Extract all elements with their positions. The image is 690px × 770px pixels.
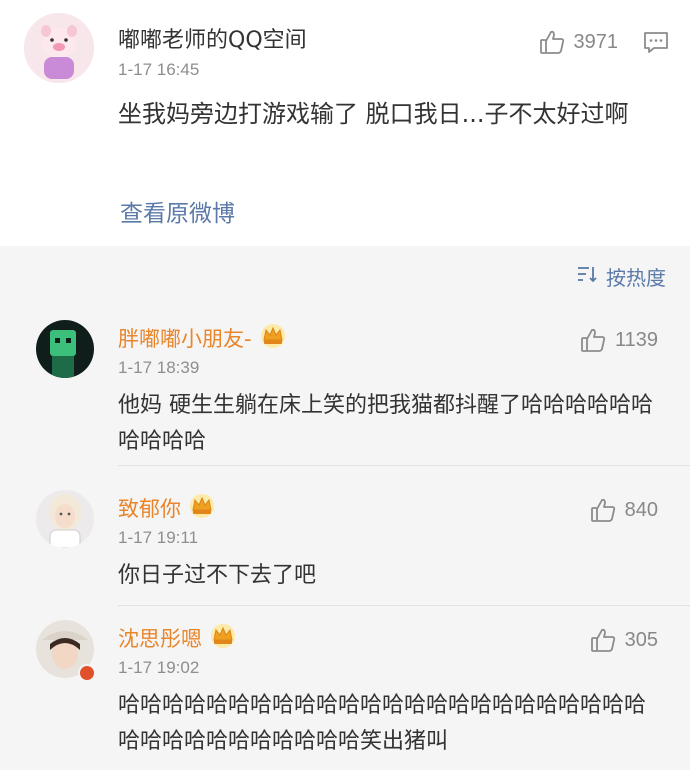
post-content: 坐我妈旁边打游戏输了 脱口我日...子不太好过啊 (118, 100, 629, 128)
verified-badge-icon (78, 664, 96, 682)
vip-crown-icon (258, 322, 288, 353)
pig-doll-avatar-image (24, 13, 94, 83)
comment-item: 沈思彤嗯 1-17 19:02 305 哈哈哈哈哈哈哈哈哈哈哈哈哈哈哈哈哈哈哈哈… (0, 606, 690, 770)
thumbs-up-icon (589, 626, 617, 654)
commenter-avatar[interactable] (36, 490, 94, 548)
view-original-link[interactable]: 查看原微博 (120, 194, 235, 228)
thumbs-up-icon (589, 496, 617, 524)
comment-timestamp: 1-17 19:11 (118, 528, 199, 547)
comment-item: 致郁你 1-17 19:11 840 你日子过不下去了吧 (0, 466, 690, 606)
comment-like-count: 840 (624, 498, 658, 521)
comment-item: 胖嘟嘟小朋友- 1-17 18:39 1139 他妈 硬生生躺在床上笑的把我猫都… (0, 306, 690, 466)
thumbs-up-icon (579, 326, 607, 354)
comment-sort-bar: 按热度 (0, 246, 690, 306)
commenter-name[interactable]: 致郁你 (118, 492, 217, 523)
comment-like-count: 1139 (614, 328, 658, 351)
post-author-avatar[interactable] (24, 13, 94, 83)
comment-content: 你日子过不下去了吧 (118, 563, 317, 588)
blonde-girl-avatar-image (36, 490, 94, 548)
comment-content: 他妈 硬生生躺在床上笑的把我猫都抖醒了哈哈哈哈哈哈哈哈哈哈 (118, 393, 653, 454)
post-author-name[interactable]: 嘟嘟老师的QQ空间 (118, 22, 307, 54)
comment-like-count: 305 (624, 628, 658, 651)
commenter-name[interactable]: 胖嘟嘟小朋友- (118, 322, 288, 353)
sort-by-heat-button[interactable]: 按热度 (576, 262, 666, 291)
thumbs-up-icon (538, 28, 566, 56)
comment-content: 哈哈哈哈哈哈哈哈哈哈哈哈哈哈哈哈哈哈哈哈哈哈哈哈哈哈哈哈哈哈哈哈哈哈哈笑出猪叫 (118, 693, 647, 754)
sort-lines-icon (576, 264, 598, 289)
green-figure-avatar-image (36, 320, 94, 378)
comment-bubble-icon[interactable] (642, 28, 670, 60)
commenter-name[interactable]: 沈思彤嗯 (118, 622, 238, 653)
post-timestamp: 1-17 16:45 (118, 60, 200, 79)
sort-label: 按热度 (606, 266, 666, 290)
comment-timestamp: 1-17 19:02 (118, 658, 200, 677)
comment-timestamp: 1-17 18:39 (118, 358, 200, 377)
comment-like-button[interactable]: 840 (589, 496, 658, 524)
commenter-name-text: 胖嘟嘟小朋友- (118, 326, 252, 351)
comment-like-button[interactable]: 305 (589, 626, 658, 654)
vip-crown-icon (187, 492, 217, 523)
original-post: 嘟嘟老师的QQ空间 1-17 16:45 3971 坐我妈旁边打游戏输了 脱口我… (0, 0, 690, 246)
post-like-button[interactable]: 3971 (538, 28, 619, 56)
commenter-name-text: 致郁你 (118, 496, 181, 521)
commenter-name-text: 沈思彤嗯 (118, 626, 202, 651)
post-like-count: 3971 (573, 30, 619, 53)
comment-like-button[interactable]: 1139 (579, 326, 658, 354)
commenter-avatar[interactable] (36, 320, 94, 378)
vip-crown-icon (208, 622, 238, 653)
